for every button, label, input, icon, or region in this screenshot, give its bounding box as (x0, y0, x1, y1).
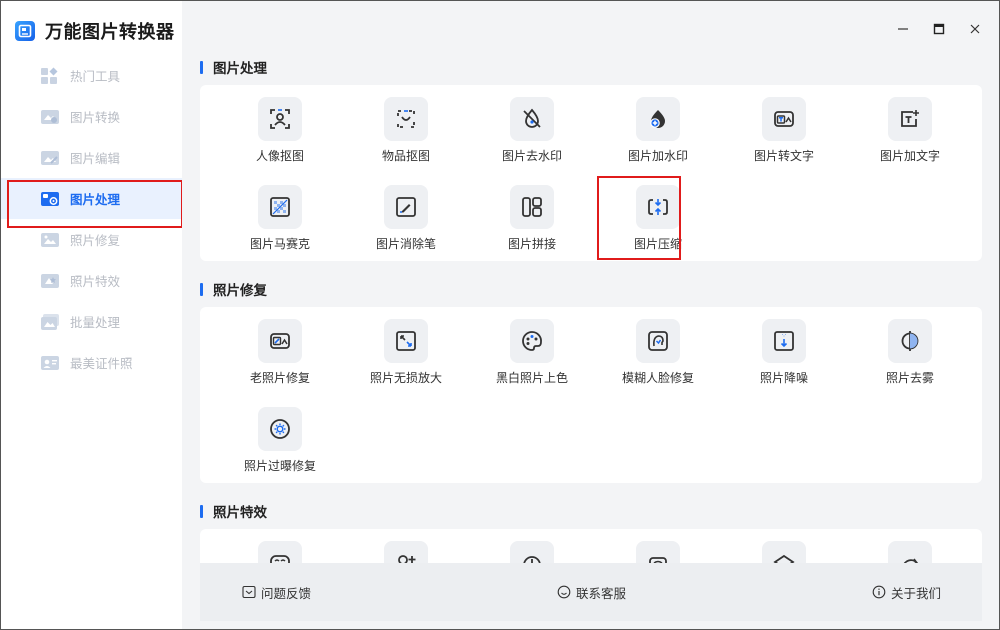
image-convert-icon (40, 108, 60, 126)
tool-mosaic[interactable]: 图片马赛克 (220, 185, 340, 265)
lossless-upscale-icon (396, 331, 416, 351)
denoise-icon (774, 331, 794, 351)
section-title-photo-effects: 照片特效 (200, 501, 267, 521)
about-us-button[interactable]: 关于我们 (872, 563, 941, 621)
image-to-text-icon (774, 111, 794, 127)
section-title-photo-repair: 照片修复 (200, 279, 267, 299)
tool-eraser-pen[interactable]: 图片消除笔 (346, 185, 466, 265)
tool-object-cutout[interactable]: 物品抠图 (346, 97, 466, 177)
image-edit-icon (40, 149, 60, 167)
sidebar: 万能图片转换器 热门工具 图片转换 图片编辑 图片处理 照片修复 照片特效 批量… (1, 1, 183, 629)
colorize-icon (522, 331, 542, 351)
tool-dehaze[interactable]: 照片去雾 (850, 319, 970, 399)
section-title-image-process: 图片处理 (200, 57, 267, 77)
tool-face-restore[interactable]: 模糊人脸修复 (598, 319, 718, 399)
add-text-icon (901, 110, 919, 127)
info-icon (872, 585, 886, 599)
id-photo-icon (40, 354, 60, 372)
collage-icon (522, 197, 542, 217)
sidebar-item-id-photo[interactable]: 最美证件照 (1, 342, 182, 383)
batch-process-icon (40, 313, 60, 331)
overexposure-fix-icon (270, 419, 290, 439)
feedback-button[interactable]: 问题反馈 (242, 563, 311, 621)
close-button[interactable] (957, 17, 993, 41)
maximize-button[interactable] (921, 17, 957, 41)
contact-support-button[interactable]: 联系客服 (557, 563, 626, 621)
sidebar-item-image-process[interactable]: 图片处理 (1, 178, 183, 228)
photo-repair-icon (40, 231, 60, 249)
section-bar (200, 504, 203, 518)
dehaze-icon (901, 331, 919, 351)
window-controls (885, 17, 993, 41)
sidebar-nav: 热门工具 图片转换 图片编辑 图片处理 照片修复 照片特效 批量处理 最美证件照 (1, 55, 183, 383)
footer-bar: 问题反馈 联系客服 关于我们 (200, 563, 982, 621)
app-logo-icon (15, 21, 35, 41)
section-bar (200, 282, 203, 296)
section-bar (200, 60, 203, 74)
tool-add-text[interactable]: 图片加文字 (850, 97, 970, 177)
old-photo-repair-icon (270, 333, 290, 349)
feedback-icon (242, 585, 256, 599)
sidebar-item-photo-effects[interactable]: 照片特效 (1, 260, 182, 301)
maximize-icon (933, 23, 945, 35)
tool-compress[interactable]: 图片压缩 (598, 185, 718, 265)
add-watermark-icon (650, 110, 665, 128)
eraser-pen-icon (396, 197, 416, 217)
tool-portrait-cutout[interactable]: 人像抠图 (220, 97, 340, 177)
tool-overexposure-fix[interactable]: 照片过曝修复 (220, 407, 340, 487)
sidebar-item-image-convert[interactable]: 图片转换 (1, 96, 182, 137)
face-restore-icon (648, 331, 668, 351)
sidebar-item-batch-process[interactable]: 批量处理 (1, 301, 182, 342)
app-name: 万能图片转换器 (45, 22, 175, 43)
close-icon (970, 24, 980, 34)
sidebar-item-image-edit[interactable]: 图片编辑 (1, 137, 182, 178)
support-chat-icon (557, 585, 571, 599)
card-image-process: 人像抠图 物品抠图 图片去水印 图片加水印 图片转文字 图片加文字 图片马赛克 … (200, 85, 982, 261)
app-title: 万能图片转换器 (15, 17, 175, 45)
remove-watermark-icon (523, 108, 541, 128)
tool-add-watermark[interactable]: 图片加水印 (598, 97, 718, 177)
image-process-icon (40, 190, 60, 208)
tool-denoise[interactable]: 照片降噪 (724, 319, 844, 399)
tool-lossless-upscale[interactable]: 照片无损放大 (346, 319, 466, 399)
mosaic-icon (270, 197, 290, 217)
minimize-button[interactable] (885, 17, 921, 41)
hot-tools-icon (40, 67, 60, 85)
object-cutout-icon (397, 110, 415, 128)
sidebar-item-photo-repair[interactable]: 照片修复 (1, 219, 182, 260)
tool-remove-watermark[interactable]: 图片去水印 (472, 97, 592, 177)
sidebar-item-hot-tools[interactable]: 热门工具 (1, 55, 182, 96)
main-content: 图片处理 人像抠图 物品抠图 图片去水印 图片加水印 图片转文字 图片加文字 图… (182, 1, 999, 629)
compress-icon (648, 199, 668, 215)
portrait-cutout-icon (270, 109, 290, 129)
tool-old-photo-repair[interactable]: 老照片修复 (220, 319, 340, 399)
tool-image-to-text[interactable]: 图片转文字 (724, 97, 844, 177)
card-photo-repair: 老照片修复 照片无损放大 黑白照片上色 模糊人脸修复 照片降噪 照片去雾 照片过… (200, 307, 982, 483)
tool-colorize[interactable]: 黑白照片上色 (472, 319, 592, 399)
photo-effects-icon (40, 272, 60, 290)
app-window: 万能图片转换器 热门工具 图片转换 图片编辑 图片处理 照片修复 照片特效 批量… (0, 0, 1000, 630)
tool-collage[interactable]: 图片拼接 (472, 185, 592, 265)
minimize-icon (898, 28, 908, 30)
